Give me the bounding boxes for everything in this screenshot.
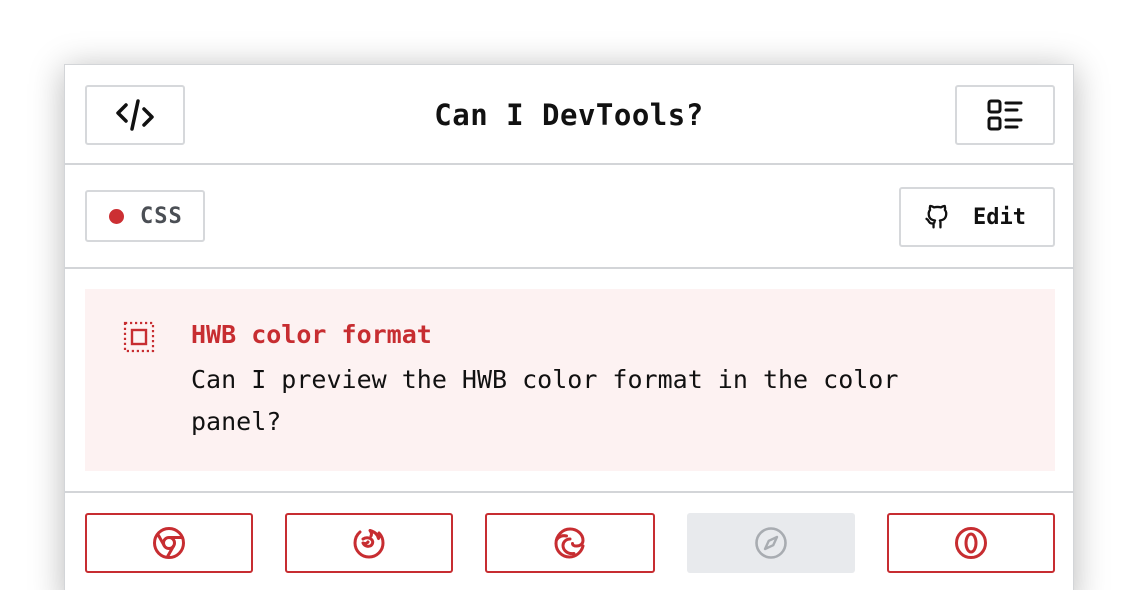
feature-description: Can I preview the HWB color format in th… xyxy=(191,365,899,436)
list-icon xyxy=(987,99,1023,131)
category-dot-icon xyxy=(109,208,124,224)
feature-card: Can I DevTools? CSS Edit HWB color forma… xyxy=(64,64,1074,590)
edit-label: Edit xyxy=(973,204,1026,230)
category-tag[interactable]: CSS xyxy=(85,190,205,242)
firefox-icon xyxy=(353,529,385,559)
box-model-icon xyxy=(123,321,155,353)
page-title: Can I DevTools? xyxy=(434,98,704,132)
safari-icon xyxy=(755,527,787,559)
browser-support-row xyxy=(65,491,1073,573)
feature-title: HWB color format xyxy=(191,320,432,349)
browser-edge-button[interactable] xyxy=(485,513,655,573)
category-bar: CSS Edit xyxy=(65,165,1073,269)
opera-icon xyxy=(955,527,987,559)
edge-icon xyxy=(554,527,585,559)
browser-opera-button[interactable] xyxy=(887,513,1055,573)
browser-firefox-button[interactable] xyxy=(285,513,453,573)
browser-chrome-button[interactable] xyxy=(85,513,253,573)
feature-list-button[interactable] xyxy=(955,85,1055,145)
header: Can I DevTools? xyxy=(65,65,1073,165)
browser-safari-button[interactable] xyxy=(687,513,855,573)
feature-panel: HWB color format Can I preview the HWB c… xyxy=(85,289,1055,471)
github-icon xyxy=(925,204,948,229)
edit-button[interactable]: Edit xyxy=(899,187,1055,247)
chrome-icon xyxy=(153,527,185,559)
category-label: CSS xyxy=(140,203,183,229)
